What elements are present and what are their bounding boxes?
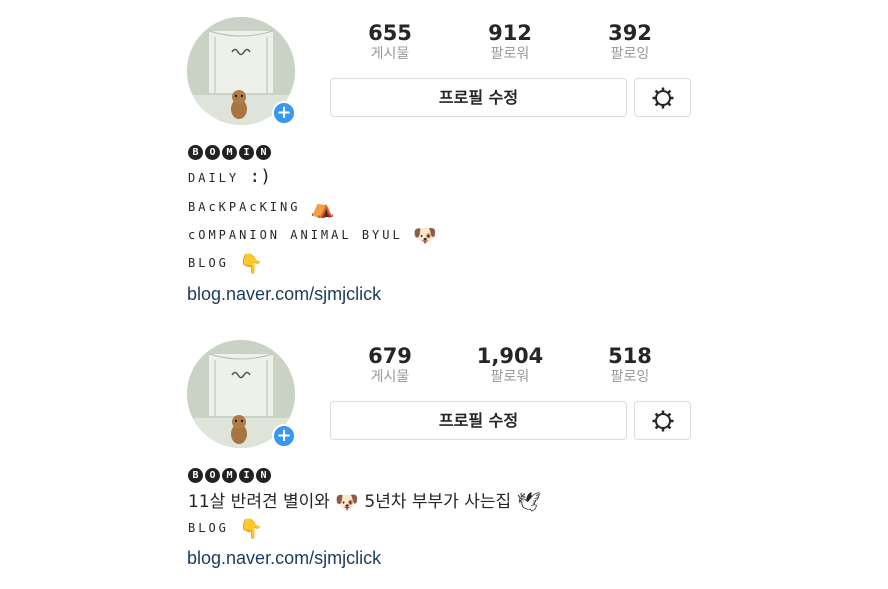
stat-posts[interactable]: 655 게시물 [330,20,450,62]
username-letter: N [256,468,271,483]
plus-icon[interactable]: + [272,424,296,448]
bio-text: BLOG [188,256,229,270]
posts-label: 게시물 [370,46,410,62]
bio-text: BLOG [188,521,229,535]
stat-posts[interactable]: 679 게시물 [330,343,450,385]
bio-text: DAILY [188,171,240,185]
username-letter: O [205,468,220,483]
username: B O M I N [188,468,271,483]
stat-following[interactable]: 392 팔로잉 [570,20,690,62]
profile-link[interactable]: blog.naver.com/sjmjclick [187,548,381,569]
followers-count: 912 [488,21,532,45]
plus-icon[interactable]: + [272,101,296,125]
edit-profile-button[interactable]: 프로필 수정 [330,401,627,440]
posts-count: 655 [368,21,412,45]
username-letter: M [222,145,237,160]
bio-line-blog: BLOG 👇 [188,517,263,540]
username-letter: B [188,468,203,483]
gear-icon [652,87,673,108]
following-label: 팔로잉 [610,369,650,385]
stat-following[interactable]: 518 팔로잉 [570,343,690,385]
username-letter: O [205,145,220,160]
dog-face-icon: 🐶 [335,491,359,514]
followers-count: 1,904 [476,344,544,368]
bio-line-companion: cOMPANION ANIMAL BYUL 🐶 [188,224,437,247]
bio-text: BAcKPAcKING [188,200,301,214]
bio-text: 11살 반려견 별이와 [188,492,330,512]
bio-smiley: :) [249,166,272,187]
stat-followers[interactable]: 912 팔로워 [450,20,570,62]
avatar-container[interactable]: + [187,17,296,125]
username-letter: N [256,145,271,160]
bio-text: cOMPANION ANIMAL BYUL [188,228,403,242]
pointing-down-icon: 👇 [239,518,263,540]
avatar-container[interactable]: + [187,340,296,448]
bio-line-backpacking: BAcKPAcKING ⛺ [188,196,334,219]
dove-icon: 🕊 [516,491,541,514]
posts-count: 679 [368,344,412,368]
profile-link[interactable]: blog.naver.com/sjmjclick [187,284,381,305]
bio-line-daily: DAILY :) [188,166,271,187]
username-letter: I [239,468,254,483]
bio-line-blog: BLOG 👇 [188,252,263,275]
tent-icon: ⛺ [310,197,335,219]
profile-header-2: + 679 게시물 1,904 팔로워 518 팔로잉 프로필 수정 B O M… [0,323,888,589]
followers-label: 팔로워 [490,369,530,385]
bio-line-korean: 11살 반려견 별이와 🐶 5년차 부부가 사는집 🕊 [188,487,541,514]
username-letter: B [188,145,203,160]
following-count: 392 [608,21,652,45]
posts-label: 게시물 [370,369,410,385]
username-letter: M [222,468,237,483]
username: B O M I N [188,145,271,160]
profile-header-1: + 655 게시물 912 팔로워 392 팔로잉 프로필 수정 B O M I… [0,0,888,320]
bio-text: 5년차 부부가 사는집 [364,492,512,512]
gear-icon [652,410,673,431]
username-letter: I [239,145,254,160]
dog-face-icon: 🐶 [412,225,437,247]
settings-button[interactable] [634,401,691,440]
stat-followers[interactable]: 1,904 팔로워 [450,343,570,385]
following-count: 518 [608,344,652,368]
followers-label: 팔로워 [490,46,530,62]
pointing-down-icon: 👇 [239,253,263,275]
settings-button[interactable] [634,78,691,117]
following-label: 팔로잉 [610,46,650,62]
edit-profile-button[interactable]: 프로필 수정 [330,78,627,117]
